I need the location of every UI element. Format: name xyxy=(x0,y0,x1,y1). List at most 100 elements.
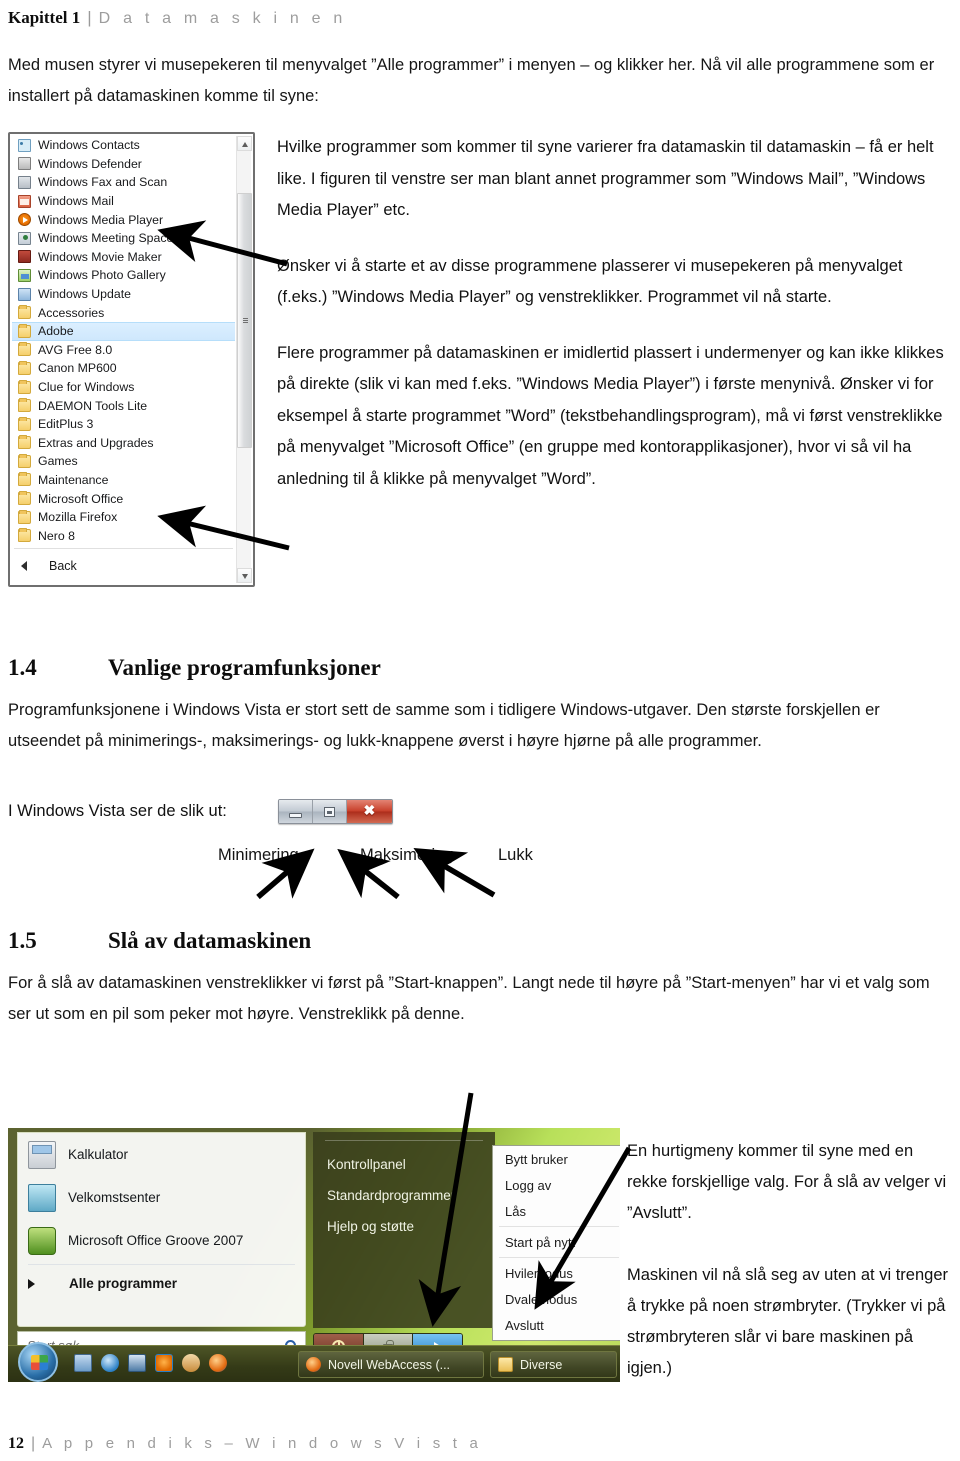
context-menu-item-avslutt[interactable]: Avslutt xyxy=(493,1312,620,1338)
start-menu-item-label: Microsoft Office Groove 2007 xyxy=(68,1233,244,1248)
firefox-icon xyxy=(306,1357,321,1372)
monitor-icon[interactable] xyxy=(128,1354,146,1372)
chevron-right-icon xyxy=(28,1278,35,1289)
context-menu-item-hvilemodus[interactable]: Hvilemodus xyxy=(493,1260,620,1286)
photo-gallery-icon xyxy=(18,268,31,282)
back-button[interactable]: Back xyxy=(12,549,235,583)
heading-number: 1.5 xyxy=(8,928,37,953)
list-item-label: Microsoft Office xyxy=(38,491,124,506)
maximize-label: Maksimering xyxy=(360,846,454,864)
context-menu-item-dvalemodus[interactable]: Dvalemodus xyxy=(493,1286,620,1312)
list-item-adobe-selected[interactable]: Adobe xyxy=(12,321,235,341)
taskbar-task-novell[interactable]: Novell WebAccess (... xyxy=(298,1351,484,1378)
list-item-label: Accessories xyxy=(38,305,105,320)
start-menu-item-standardprogrammer[interactable]: Standardprogrammer xyxy=(313,1172,495,1203)
divider xyxy=(499,1257,619,1258)
scroll-down-arrow-icon[interactable] xyxy=(237,568,252,583)
minimize-button[interactable] xyxy=(278,800,313,823)
media-player-icon[interactable] xyxy=(155,1354,173,1372)
start-menu-item-hjelp-og-stotte[interactable]: Hjelp og støtte xyxy=(313,1203,495,1234)
list-item-label: Windows Movie Maker xyxy=(38,249,162,264)
window-button-labels: Minimering Maksimering Lukk xyxy=(8,846,952,870)
list-item[interactable]: Canon MP600 xyxy=(12,359,235,378)
list-item-windows-media-player[interactable]: Windows Media Player xyxy=(12,210,235,229)
folder-icon xyxy=(18,305,31,320)
figure-side-text: Hvilke programmer som kommer til syne va… xyxy=(277,132,952,495)
context-menu-item-las[interactable]: Lås xyxy=(493,1198,620,1224)
fax-icon xyxy=(18,175,31,189)
context-menu-item-logg-av[interactable]: Logg av xyxy=(493,1172,620,1198)
document-page: Kapittel 1 | D a t a m a s k i n e n Med… xyxy=(0,0,960,1461)
scrollbar-thumb[interactable] xyxy=(237,193,252,448)
close-label: Lukk xyxy=(498,846,533,864)
list-item[interactable]: Windows Meeting Space xyxy=(12,229,235,248)
groove-icon xyxy=(28,1226,56,1255)
list-item[interactable]: Windows Contacts xyxy=(12,136,235,155)
list-item-label: Windows Fax and Scan xyxy=(38,175,168,190)
chapter-label: Kapittel 1 xyxy=(8,8,81,27)
list-item-label: Windows Media Player xyxy=(38,212,164,227)
list-item[interactable]: Nero 8 xyxy=(12,526,235,545)
list-item[interactable]: EditPlus 3 xyxy=(12,415,235,434)
start-menu-item-label: Kalkulator xyxy=(68,1147,129,1162)
window-buttons-caption-row: I Windows Vista ser de slik ut: ✖ xyxy=(8,799,952,824)
start-menu-item-velkomstsenter[interactable]: Velkomstsenter xyxy=(18,1176,305,1219)
context-menu-item-bytt-bruker[interactable]: Bytt bruker xyxy=(493,1146,620,1172)
list-item[interactable]: AVG Free 8.0 xyxy=(12,341,235,360)
start-menu-item-kontrollpanel[interactable]: Kontrollpanel xyxy=(313,1141,495,1172)
list-item-label: Mozilla Firefox xyxy=(38,510,118,525)
media-player-icon xyxy=(18,213,31,227)
list-item[interactable]: Maintenance xyxy=(12,471,235,490)
folder-icon xyxy=(18,509,31,524)
taskbar-task-diverse[interactable]: Diverse xyxy=(490,1351,617,1378)
list-item-microsoft-office[interactable]: Microsoft Office xyxy=(12,489,235,508)
list-item-label: Clue for Windows xyxy=(38,380,135,395)
list-item[interactable]: Accessories xyxy=(12,303,235,322)
section-1-4-paragraph: Programfunksjonene i Windows Vista er st… xyxy=(8,701,880,750)
list-item-label: Windows Update xyxy=(38,287,131,302)
list-item[interactable]: Windows Update xyxy=(12,285,235,304)
folder-icon xyxy=(18,528,31,543)
start-menu-all-programs-screenshot: Windows Contacts Windows Defender Window… xyxy=(8,132,255,587)
list-item-label: Nero 8 xyxy=(38,528,75,543)
taskbar-task-label: Diverse xyxy=(520,1357,563,1372)
mail-icon xyxy=(18,194,31,208)
list-item[interactable]: Windows Fax and Scan xyxy=(12,173,235,192)
list-item[interactable]: Windows Movie Maker xyxy=(12,248,235,267)
taskbar-task-label: Novell WebAccess (... xyxy=(328,1357,451,1372)
folder-icon xyxy=(18,472,31,487)
list-item[interactable]: Windows Mail xyxy=(12,192,235,211)
list-item[interactable]: Extras and Upgrades xyxy=(12,434,235,453)
list-item[interactable]: DAEMON Tools Lite xyxy=(12,396,235,415)
vertical-scrollbar[interactable] xyxy=(236,136,252,583)
divider xyxy=(499,1226,619,1227)
program-list[interactable]: Windows Contacts Windows Defender Window… xyxy=(12,136,235,547)
folder-icon xyxy=(18,491,31,506)
folder-icon xyxy=(18,435,31,450)
list-item-label: Canon MP600 xyxy=(38,361,117,376)
internet-explorer-icon[interactable] xyxy=(101,1354,119,1372)
context-menu-item-start-pa-nytt[interactable]: Start på nytt xyxy=(493,1229,620,1255)
paint-icon[interactable] xyxy=(182,1354,200,1372)
list-item[interactable]: Mozilla Firefox xyxy=(12,508,235,527)
scrollbar-grip-icon xyxy=(243,317,248,324)
start-menu-item-groove[interactable]: Microsoft Office Groove 2007 xyxy=(18,1219,305,1262)
folder-icon xyxy=(18,379,31,394)
firefox-icon[interactable] xyxy=(209,1354,227,1372)
maximize-button[interactable] xyxy=(312,800,347,823)
close-button[interactable]: ✖ xyxy=(346,800,392,823)
list-item[interactable]: Windows Photo Gallery xyxy=(12,266,235,285)
windows-start-orb-icon[interactable] xyxy=(18,1342,58,1382)
list-item[interactable]: Clue for Windows xyxy=(12,378,235,397)
intro-paragraph: Med musen styrer vi musepekeren til meny… xyxy=(8,56,935,105)
start-menu-right-panel: Kontrollpanel Standardprogrammer Hjelp o… xyxy=(313,1132,495,1328)
scroll-up-arrow-icon[interactable] xyxy=(237,136,252,151)
paragraph-2: Ønsker vi å starte et av disse programme… xyxy=(277,256,903,307)
list-item[interactable]: Windows Defender xyxy=(12,155,235,174)
list-item[interactable]: Games xyxy=(12,452,235,471)
show-desktop-icon[interactable] xyxy=(74,1354,92,1372)
start-menu-item-kalkulator[interactable]: Kalkulator xyxy=(18,1133,305,1176)
all-programs-button[interactable]: Alle programmer xyxy=(18,1265,305,1302)
list-item-label: Windows Meeting Space xyxy=(38,231,174,246)
